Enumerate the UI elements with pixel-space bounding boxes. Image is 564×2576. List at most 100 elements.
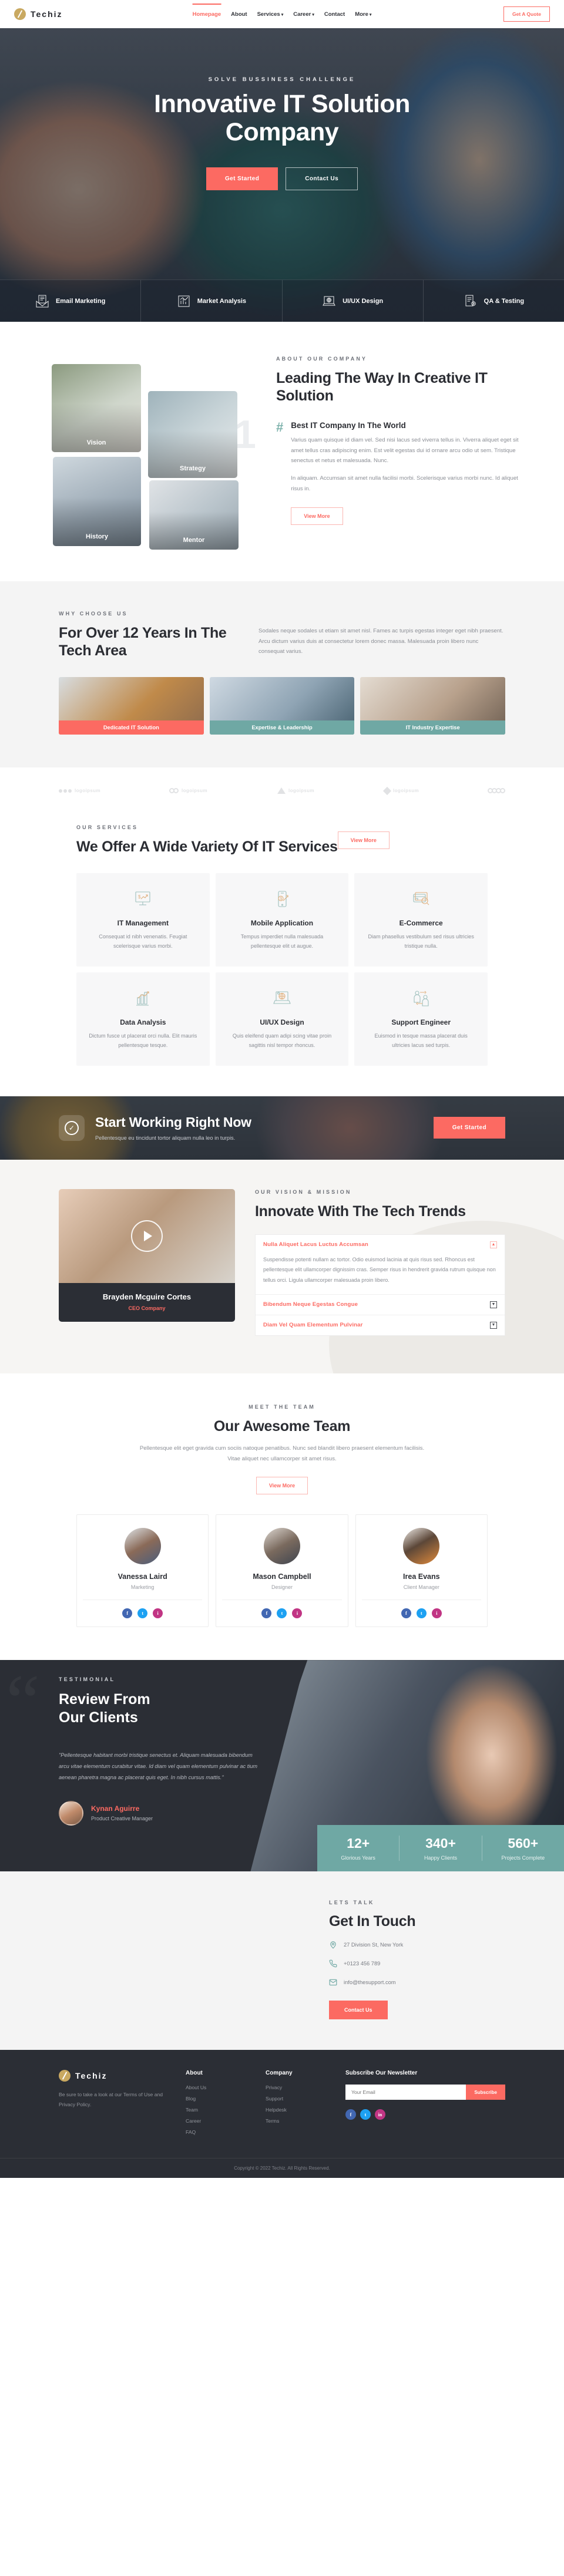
stats-bar: 12+ Glorious Years 340+ Happy Clients 56… (317, 1825, 564, 1872)
service-card-support-engineer[interactable]: Support Engineer Euismod in tesque massa… (354, 972, 488, 1066)
video-person-role: CEO Company (128, 1305, 166, 1311)
about-image-mentor[interactable]: Mentor (149, 480, 239, 550)
about-heading: Leading The Way In Creative IT Solution (276, 370, 488, 404)
footer-link-faq[interactable]: FAQ (186, 2129, 250, 2135)
hero-feature-qa-testing[interactable]: QA & Testing (424, 280, 564, 322)
chevron-down-icon[interactable]: ▼ (490, 1301, 497, 1308)
video-card[interactable]: Brayden Mcguire Cortes CEO Company (59, 1188, 235, 1322)
contact-us-button[interactable]: Contact Us (329, 2001, 388, 2020)
footer-link-support[interactable]: Support (266, 2096, 330, 2102)
team-card-irea-evans[interactable]: Irea Evans Client Manager f t i (355, 1514, 488, 1628)
facebook-icon[interactable]: f (122, 1608, 133, 1619)
chevron-up-icon[interactable]: ▲ (490, 1241, 497, 1248)
nav-item-contact[interactable]: Contact (324, 11, 345, 18)
about-view-more-button[interactable]: View More (291, 507, 343, 525)
footer-link-terms[interactable]: Terms (266, 2118, 330, 2124)
about-image-label: Strategy (179, 465, 206, 472)
facebook-icon[interactable]: f (401, 1608, 411, 1619)
hero-feature-uiux-design[interactable]: UI/UX Design (283, 280, 424, 322)
instagram-icon[interactable]: i (292, 1608, 303, 1619)
services-view-more-button[interactable]: View More (337, 831, 390, 849)
service-card-it-management[interactable]: $ IT Management Consequat id nibh venena… (76, 873, 210, 967)
hero-contact-us-button[interactable]: Contact Us (286, 167, 358, 191)
testimonial-kicker: TESTIMONIAL (59, 1676, 116, 1683)
about-image-history[interactable]: History (53, 457, 141, 546)
footer-link-about-us[interactable]: About Us (186, 2085, 250, 2090)
accordion-item-3[interactable]: Diam Vel Quam Elementum Pulvinar ▼ (256, 1315, 505, 1335)
accordion-header[interactable]: Nulla Aliquet Lacus Luctus Accumsan ▲ (256, 1235, 505, 1255)
document-gear-icon (465, 295, 476, 306)
hero-get-started-button[interactable]: Get Started (206, 167, 278, 191)
twitter-icon[interactable]: t (277, 1608, 287, 1619)
team-member-name: Irea Evans (403, 1572, 440, 1581)
footer-link-career[interactable]: Career (186, 2118, 250, 2124)
service-title: UI/UX Design (260, 1018, 304, 1026)
contact-item-phone: +0123 456 789 (329, 1959, 505, 1968)
video-thumbnail[interactable] (59, 1188, 235, 1283)
accordion-item-1[interactable]: Nulla Aliquet Lacus Luctus Accumsan ▲ Su… (256, 1235, 505, 1295)
hero-feature-email-marketing[interactable]: Email Marketing (0, 280, 142, 322)
nav-item-more[interactable]: More ▾ (355, 11, 371, 18)
chevron-down-icon[interactable]: ▼ (490, 1321, 497, 1329)
footer-link-privacy[interactable]: Privacy (266, 2085, 330, 2090)
accordion-item-2[interactable]: Bibendum Neque Egestas Congue ▼ (256, 1295, 505, 1315)
about-image-vision[interactable]: Vision (52, 364, 141, 452)
contact-kicker: LETS TALK (329, 1900, 375, 1906)
dots-logo-icon (59, 789, 72, 793)
facebook-icon[interactable]: f (261, 1608, 272, 1619)
why-card-it-industry-expertise[interactable]: IT Industry Expertise (360, 677, 506, 735)
twitter-icon[interactable]: t (360, 2109, 371, 2120)
cta-get-started-button[interactable]: Get Started (433, 1117, 505, 1139)
get-a-quote-button[interactable]: Get A Quote (503, 6, 550, 22)
nav-item-homepage[interactable]: Homepage (192, 3, 221, 18)
team-heading: Our Awesome Team (213, 1417, 351, 1435)
team-card-vanessa-laird[interactable]: Vanessa Laird Marketing f t i (76, 1514, 209, 1628)
service-desc: Tempus imperdiet nulla malesuada pellent… (240, 934, 324, 949)
hero-section: SOLVE BUSSINESS CHALLENGE Innovative IT … (0, 28, 564, 322)
linkedin-icon[interactable]: in (375, 2109, 385, 2120)
newsletter-title: Subscribe Our Newsletter (345, 2070, 418, 2077)
stat-label: Glorious Years (341, 1855, 375, 1861)
avatar (263, 1528, 300, 1565)
client-logo-text: logoipsum (288, 788, 315, 793)
why-choose-us-section: WHY CHOOSE US For Over 12 Years In The T… (0, 581, 564, 767)
nav-item-career[interactable]: Career ▾ (293, 11, 314, 18)
footer-link-helpdesk[interactable]: Helpdesk (266, 2107, 330, 2113)
team-card-mason-campbell[interactable]: Mason Campbell Designer f t i (216, 1514, 348, 1628)
brand-logo[interactable]: Techiz (14, 8, 63, 20)
service-card-data-analysis[interactable]: Data Analysis Dictum fusce ut placerat o… (76, 972, 210, 1066)
footer-link-team[interactable]: Team (186, 2107, 250, 2113)
services-kicker: OUR SERVICES (76, 824, 139, 830)
hero-feature-market-analysis[interactable]: Market Analysis (141, 280, 283, 322)
techiz-logo-icon (14, 8, 26, 20)
cta-banner: ✓ Start Working Right Now Pellentesque e… (0, 1096, 564, 1160)
facebook-icon[interactable]: f (345, 2109, 356, 2120)
service-title: IT Management (117, 919, 169, 927)
twitter-icon[interactable]: t (416, 1608, 427, 1619)
twitter-icon[interactable]: t (137, 1608, 148, 1619)
accordion-header[interactable]: Diam Vel Quam Elementum Pulvinar ▼ (256, 1315, 505, 1335)
team-member-role: Client Manager (403, 1584, 439, 1591)
contact-heading: Get In Touch (329, 1913, 416, 1930)
service-card-uiux-design[interactable]: UI/UX Design Quis eleifend quam adipi sc… (215, 972, 349, 1066)
play-circle-icon[interactable] (131, 1220, 163, 1252)
nav-item-about[interactable]: About (231, 11, 247, 18)
laptop-globe-icon (323, 296, 335, 305)
service-card-mobile-application[interactable]: $ Mobile Application Tempus imperdiet nu… (215, 873, 349, 967)
service-card-e-commerce[interactable]: E-Commerce Diam phasellus vestibulum sed… (354, 873, 488, 967)
instagram-icon[interactable]: i (431, 1608, 442, 1619)
why-card-dedicated-it-solution[interactable]: Dedicated IT Solution (59, 677, 204, 735)
nav-item-services[interactable]: Services ▾ (257, 11, 284, 18)
why-card-expertise-leadership[interactable]: Expertise & Leadership (209, 677, 355, 735)
newsletter-email-input[interactable] (345, 2085, 466, 2100)
footer-logo[interactable]: Techiz (59, 2070, 170, 2082)
check-circle-icon: ✓ (59, 1114, 85, 1141)
footer-link-blog[interactable]: Blog (186, 2096, 250, 2102)
team-view-more-button[interactable]: View More (256, 1477, 308, 1495)
newsletter-subscribe-button[interactable]: Subscribe (466, 2085, 505, 2100)
accordion-header[interactable]: Bibendum Neque Egestas Congue ▼ (256, 1295, 505, 1315)
square-logo-icon (382, 786, 392, 795)
instagram-icon[interactable]: i (153, 1608, 163, 1619)
client-logo-1: logoipsum (59, 788, 100, 793)
about-image-strategy[interactable]: Strategy (148, 391, 237, 478)
